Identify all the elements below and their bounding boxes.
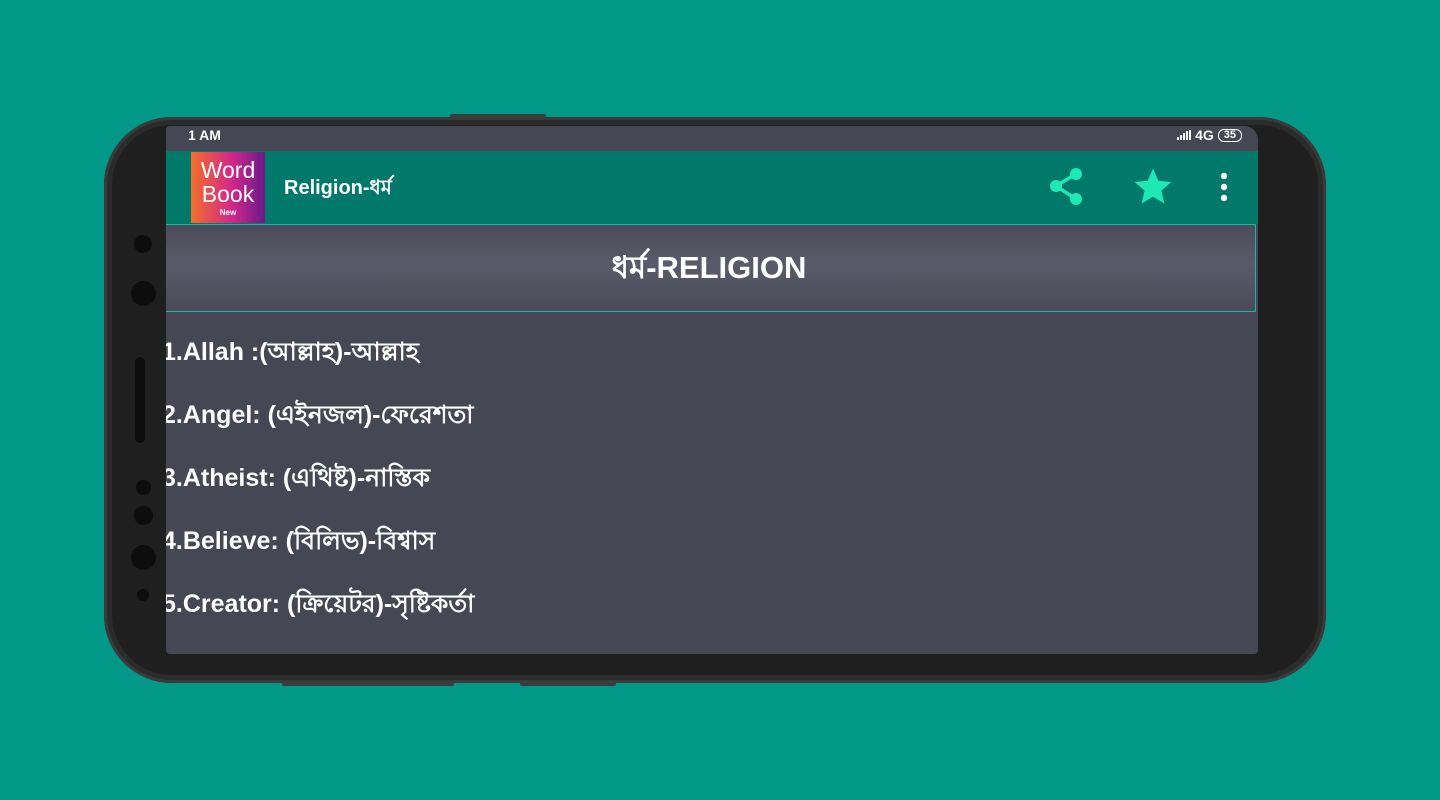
network-type: 4G bbox=[1195, 127, 1214, 143]
speaker-slot bbox=[135, 357, 145, 443]
stage: 1 AM 4G 35 Word Book New Religion-ধর্ম ধ… bbox=[0, 0, 1440, 800]
battery-level: 35 bbox=[1217, 128, 1242, 142]
overflow-menu-button[interactable] bbox=[1200, 163, 1248, 211]
logo-line-1: Word bbox=[200, 157, 256, 183]
section-header: ধর্ম-RELIGION bbox=[166, 224, 1256, 312]
phone-bottom-button-2 bbox=[520, 681, 616, 686]
phone-top-button bbox=[450, 114, 546, 118]
word-list: 1.Allah :(আল্লাহ)-আল্লাহ 2.Angel: (এইনজল… bbox=[166, 312, 1256, 654]
status-time: 1 AM bbox=[188, 127, 221, 143]
sensor-dot bbox=[134, 506, 153, 525]
logo-badge: New bbox=[219, 208, 237, 217]
sensor-dot bbox=[137, 589, 149, 601]
share-icon bbox=[1050, 168, 1082, 205]
more-vert-icon bbox=[1220, 172, 1228, 202]
app-bar: Word Book New Religion-ধর্ম bbox=[166, 151, 1258, 224]
phone-screen: 1 AM 4G 35 Word Book New Religion-ধর্ম ধ… bbox=[166, 126, 1258, 654]
favorite-button[interactable] bbox=[1129, 163, 1177, 211]
app-title: Religion-ধর্ম bbox=[284, 177, 392, 199]
logo-line-2: Book bbox=[201, 181, 255, 207]
status-indicators: 4G 35 bbox=[1177, 126, 1242, 144]
camera-lens bbox=[131, 281, 156, 306]
signal-icon bbox=[1177, 130, 1192, 140]
app-logo: Word Book New bbox=[191, 152, 265, 223]
status-bar: 1 AM 4G 35 bbox=[166, 126, 1258, 151]
phone-bottom-button-1 bbox=[282, 681, 454, 686]
sensor-dot bbox=[131, 545, 156, 570]
section-title: ধর্ম-RELIGION bbox=[611, 250, 807, 285]
list-item[interactable]: 2.Angel: (এইনজল)-ফেরেশতা bbox=[166, 400, 474, 430]
list-item[interactable]: 4.Believe: (বিলিভ)-বিশ্বাস bbox=[166, 526, 435, 556]
star-icon bbox=[1134, 168, 1172, 204]
share-button[interactable] bbox=[1043, 163, 1091, 211]
sensor-dot bbox=[136, 480, 151, 495]
camera-dot bbox=[134, 235, 152, 253]
list-item[interactable]: 3.Atheist: (এথিষ্ট)-নাস্তিক bbox=[166, 463, 430, 493]
list-item[interactable]: 1.Allah :(আল্লাহ)-আল্লাহ bbox=[166, 337, 419, 367]
list-item[interactable]: 5.Creator: (ক্রিয়েটর)-সৃষ্টিকর্তা bbox=[166, 589, 474, 619]
